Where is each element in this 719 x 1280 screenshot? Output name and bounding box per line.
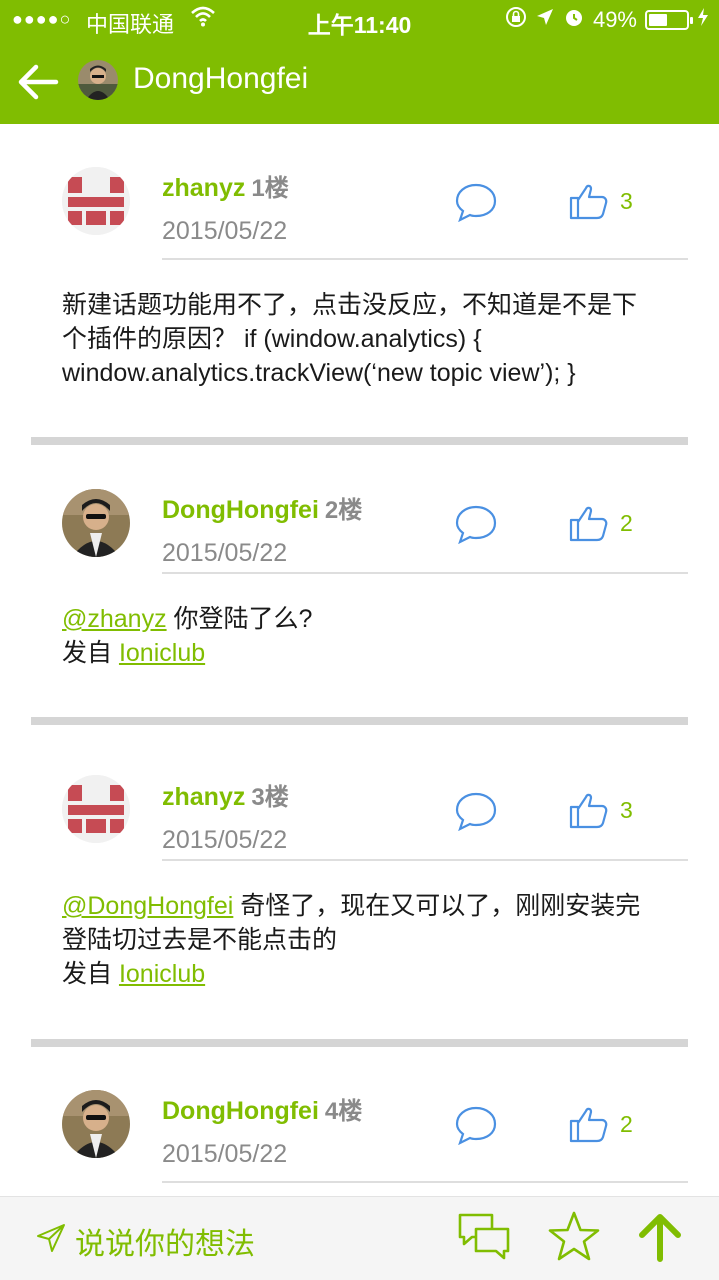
- reply-date: 2015/05/22: [162, 1140, 288, 1168]
- from-label: 发自: [62, 960, 119, 988]
- from-label: 发自: [62, 639, 119, 667]
- reply-content: @DongHongfei 奇怪了，现在又可以了，刚刚安装完登陆切过去是不能点击的…: [62, 889, 652, 991]
- source-link[interactable]: Ioniclub: [119, 639, 205, 667]
- reply-separator: [31, 1039, 688, 1047]
- comments-button[interactable]: [456, 1211, 512, 1263]
- thumbs-up-icon: [569, 506, 608, 542]
- reply-separator: [31, 717, 688, 725]
- floor-number: 3楼: [251, 784, 289, 811]
- chat-bubble-icon: [455, 792, 497, 832]
- comments-icon: [458, 1213, 510, 1260]
- chat-bubble-icon: [455, 183, 497, 223]
- username[interactable]: zhanyz: [162, 783, 245, 811]
- mention-link[interactable]: @DongHongfei: [62, 892, 233, 920]
- charging-icon: [697, 7, 709, 33]
- nav-bar: DongHongfei: [0, 40, 719, 124]
- divider: [162, 258, 688, 260]
- username[interactable]: zhanyz: [162, 174, 245, 202]
- user-avatar[interactable]: [62, 167, 130, 235]
- location-icon: [535, 7, 555, 33]
- reply-list[interactable]: zhanyz 1楼 2015/05/22 3 新建话题功能用不了，点击没反应，不知…: [0, 124, 719, 1196]
- battery-icon: [645, 10, 693, 30]
- like-count: 2: [620, 1111, 633, 1137]
- reply-button[interactable]: [454, 182, 498, 223]
- thumbs-up-icon: [569, 184, 608, 220]
- floor-number: 4楼: [324, 1098, 363, 1125]
- alarm-icon: [563, 6, 585, 34]
- like-button[interactable]: [568, 180, 610, 222]
- top-bar: ●●●●○ 中国联通 上午11:40 49% DongHongfei: [0, 0, 719, 124]
- user-avatar[interactable]: [62, 775, 130, 843]
- reply-button[interactable]: [454, 791, 498, 832]
- reply-meta: DongHongfei 4楼 2015/05/22: [162, 1091, 362, 1169]
- reply-item: DongHongfei 4楼 2015/05/22 2: [0, 1047, 719, 1196]
- send-icon: [36, 1223, 66, 1253]
- battery-fill: [649, 14, 667, 26]
- battery-percent: 49%: [592, 7, 637, 32]
- chat-bubble-icon: [455, 505, 497, 545]
- divider: [162, 859, 688, 861]
- user-avatar[interactable]: [62, 489, 130, 557]
- reply-content: 新建话题功能用不了，点击没反应，不知道是不是下个插件的原因？ if (windo…: [62, 288, 652, 390]
- favorite-button[interactable]: [546, 1209, 602, 1265]
- reply-item: zhanyz 1楼 2015/05/22 3 新建话题功能用不了，点击没反应，不知…: [0, 124, 719, 445]
- status-right: 49%: [505, 6, 709, 34]
- page-title: DongHongfei: [133, 62, 309, 95]
- reply-date: 2015/05/22: [162, 217, 288, 245]
- reply-text: 你登陆了么?: [166, 605, 313, 633]
- status-bar: ●●●●○ 中国联通 上午11:40 49%: [0, 0, 719, 40]
- like-count: 3: [620, 188, 633, 214]
- like-button[interactable]: [568, 789, 610, 831]
- chat-bubble-icon: [455, 1106, 497, 1146]
- thumbs-up-icon: [569, 793, 608, 829]
- floor-number: 2楼: [324, 497, 363, 524]
- back-arrow-icon: [18, 64, 59, 100]
- reply-button[interactable]: [454, 504, 498, 545]
- back-button[interactable]: [14, 58, 62, 106]
- floor-number: 1楼: [251, 175, 289, 202]
- reply-date: 2015/05/22: [162, 539, 288, 567]
- source-link[interactable]: Ioniclub: [119, 960, 205, 988]
- arrow-up-icon: [639, 1214, 681, 1262]
- reply-meta: zhanyz 3楼 2015/05/22: [162, 777, 289, 855]
- divider: [162, 572, 688, 574]
- reply-item: zhanyz 3楼 2015/05/22 3 @DongHongfei 奇怪了，现…: [0, 725, 719, 1047]
- star-icon: [548, 1211, 600, 1261]
- comment-input[interactable]: 说说你的想法: [75, 1219, 255, 1263]
- reply-date: 2015/05/22: [162, 826, 288, 854]
- reply-button[interactable]: [454, 1105, 498, 1146]
- reply-content: @zhanyz 你登陆了么? 发自 Ioniclub: [62, 602, 652, 670]
- reply-meta: DongHongfei 2楼 2015/05/22: [162, 490, 362, 568]
- reply-meta: zhanyz 1楼 2015/05/22: [162, 168, 289, 246]
- rotation-lock-icon: [505, 6, 527, 34]
- bottom-bar: 说说你的想法: [0, 1196, 719, 1280]
- divider: [162, 1181, 688, 1183]
- like-count: 2: [620, 510, 633, 536]
- like-button[interactable]: [568, 502, 610, 544]
- username[interactable]: DongHongfei: [162, 1097, 319, 1125]
- reply-text: 新建话题功能用不了，点击没反应，不知道是不是下个插件的原因？ if (windo…: [62, 291, 638, 387]
- like-button[interactable]: [568, 1103, 610, 1145]
- user-avatar[interactable]: [62, 1090, 130, 1158]
- thumbs-up-icon: [569, 1107, 608, 1143]
- mention-link[interactable]: @zhanyz: [62, 605, 167, 633]
- reply-item: DongHongfei 2楼 2015/05/22 2 @zhanyz 你登陆了么…: [0, 437, 719, 725]
- username[interactable]: DongHongfei: [162, 496, 319, 524]
- header-avatar: [78, 60, 118, 100]
- like-count: 3: [620, 797, 633, 823]
- scroll-top-button[interactable]: [636, 1211, 684, 1263]
